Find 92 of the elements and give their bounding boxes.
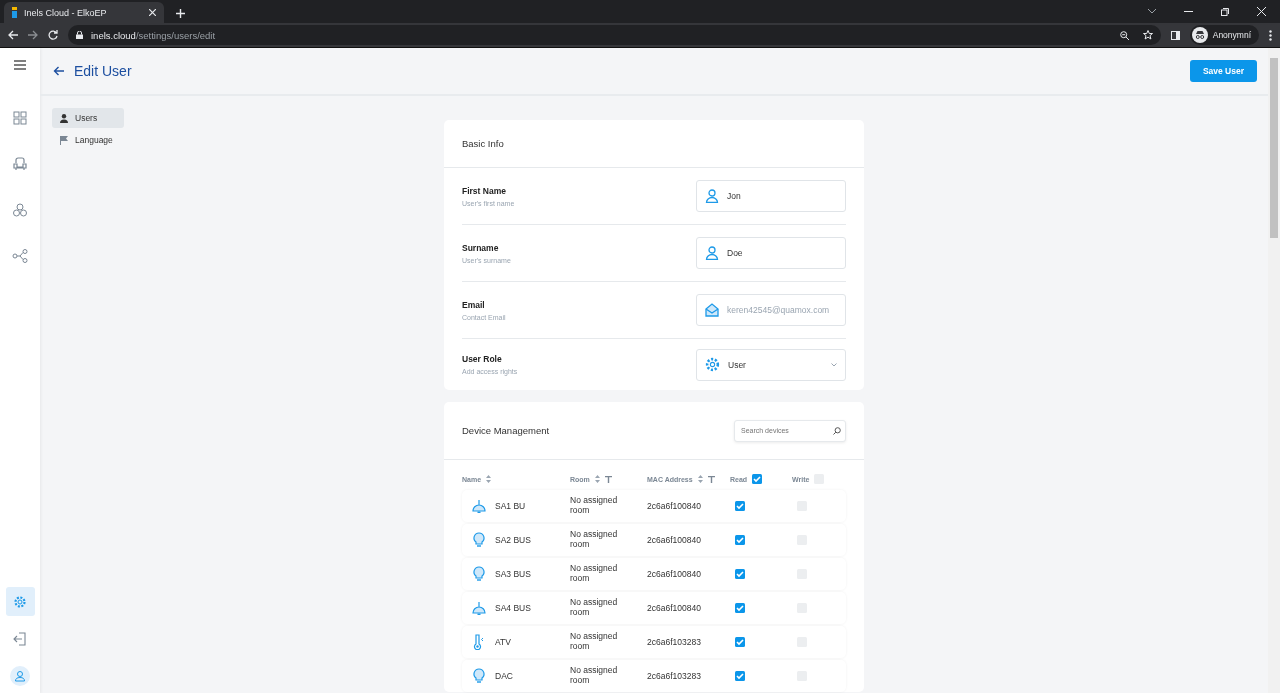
more-icon[interactable] [1269, 29, 1272, 41]
share-icon[interactable] [12, 248, 28, 263]
bulb-icon [472, 668, 486, 684]
search-icon [833, 426, 841, 435]
device-row[interactable]: SA2 BUS No assigned room 2c6a6f100840 [462, 524, 846, 556]
device-name: SA4 BUS [495, 603, 531, 613]
input-field[interactable]: Jon [696, 180, 846, 212]
page-title: Edit User [74, 63, 133, 79]
sort-icon[interactable] [594, 475, 600, 483]
mac-cell-text: 2c6a6f100840 [647, 569, 702, 579]
side-panel-icon[interactable] [1170, 30, 1180, 40]
device-row[interactable]: SA4 BUS No assigned room 2c6a6f100840 [462, 592, 846, 624]
lamp-icon [472, 499, 486, 513]
checkbox[interactable] [752, 474, 763, 484]
checkbox[interactable] [735, 535, 745, 545]
card-title: Basic Info [462, 138, 504, 149]
person-icon [705, 189, 719, 203]
settings-nav-item[interactable]: Language [52, 130, 124, 150]
person-icon [60, 113, 68, 123]
lock-icon [76, 31, 83, 39]
mac-cell-text: 2c6a6f103283 [647, 637, 702, 647]
new-tab-icon[interactable] [176, 9, 185, 18]
filter-icon[interactable] [707, 475, 715, 483]
device-name: SA1 BU [495, 501, 526, 511]
settings-icon[interactable] [13, 594, 27, 609]
input-field[interactable]: Doe [696, 237, 846, 269]
bulb-icon [472, 532, 486, 548]
scrollbar-thumb[interactable] [1270, 58, 1278, 238]
logout-icon[interactable] [13, 631, 27, 646]
device-row[interactable]: DAC No assigned room 2c6a6f103283 [462, 660, 846, 692]
room-cell-text: No assigned room [570, 598, 619, 618]
back-icon[interactable] [8, 30, 18, 40]
close-icon[interactable] [149, 9, 156, 16]
person-icon [705, 246, 719, 260]
app-logo-icon [12, 7, 17, 18]
filter-icon[interactable] [604, 475, 612, 483]
mac-cell-text: 2c6a6f100840 [647, 535, 702, 545]
armchair-icon[interactable] [13, 156, 27, 171]
device-name: DAC [495, 671, 513, 681]
device-name: SA2 BUS [495, 535, 531, 545]
tab-search-icon[interactable] [1148, 9, 1156, 14]
sort-icon[interactable] [486, 475, 492, 483]
room-cell-text: No assigned room [570, 530, 619, 550]
close-window-icon[interactable] [1257, 7, 1266, 16]
settings-nav-item[interactable]: Users [52, 108, 124, 128]
field-label: Surname [462, 242, 500, 253]
checkbox[interactable] [735, 603, 745, 613]
role-dropdown[interactable]: User [696, 348, 846, 381]
back-arrow-icon[interactable] [53, 66, 64, 76]
zoom-icon[interactable] [1119, 30, 1129, 40]
thermometer-icon [472, 634, 486, 650]
checkbox[interactable] [735, 501, 745, 511]
lamp-icon [472, 601, 486, 615]
device-name: SA3 BUS [495, 569, 531, 579]
device-row[interactable]: SA1 BU No assigned room 2c6a6f100840 [462, 490, 846, 522]
circles-icon[interactable] [12, 201, 28, 218]
checkbox[interactable] [735, 637, 745, 647]
checkbox[interactable] [735, 569, 745, 579]
gear-icon [705, 357, 720, 372]
dashboard-icon[interactable] [13, 110, 27, 125]
device-row[interactable]: ATV No assigned room 2c6a6f103283 [462, 626, 846, 658]
profile-button[interactable]: Anonymní [1189, 25, 1259, 45]
star-icon[interactable] [1142, 30, 1153, 40]
nav-item[interactable] [5, 587, 35, 616]
address-bar[interactable]: inels.cloud/settings/users/edit [68, 25, 1161, 45]
avatar-icon[interactable] [10, 665, 30, 686]
device-row[interactable]: SA3 BUS No assigned room 2c6a6f100840 [462, 558, 846, 590]
restore-icon[interactable] [1221, 7, 1229, 16]
chevron-icon [831, 362, 837, 367]
room-cell-text: No assigned room [570, 564, 619, 584]
bulb-icon [472, 566, 486, 582]
incognito-icon [1191, 27, 1208, 43]
device-name: ATV [495, 637, 511, 647]
flag-icon [60, 135, 68, 145]
field-label: First Name [462, 185, 507, 196]
mac-cell-text: 2c6a6f103283 [647, 671, 702, 681]
room-cell-text: No assigned room [570, 666, 619, 686]
field-label: User Role [462, 354, 503, 364]
sort-icon[interactable] [697, 475, 703, 483]
menu-icon[interactable] [14, 60, 26, 70]
browser-tab[interactable]: Inels Cloud - ElkoEP [4, 2, 164, 23]
room-cell-text: No assigned room [570, 496, 619, 516]
room-cell-text: No assigned room [570, 632, 619, 652]
checkbox[interactable] [735, 671, 745, 681]
envelope-icon [705, 303, 719, 317]
mac-cell-text: 2c6a6f100840 [647, 501, 702, 511]
field-label: Email [462, 299, 486, 310]
card-title: Device Management [462, 425, 550, 436]
mac-cell-text: 2c6a6f100840 [647, 603, 702, 613]
reload-icon[interactable] [48, 30, 58, 40]
forward-icon[interactable] [28, 30, 38, 40]
url-text: inels.cloud/settings/users/edit [91, 29, 217, 41]
